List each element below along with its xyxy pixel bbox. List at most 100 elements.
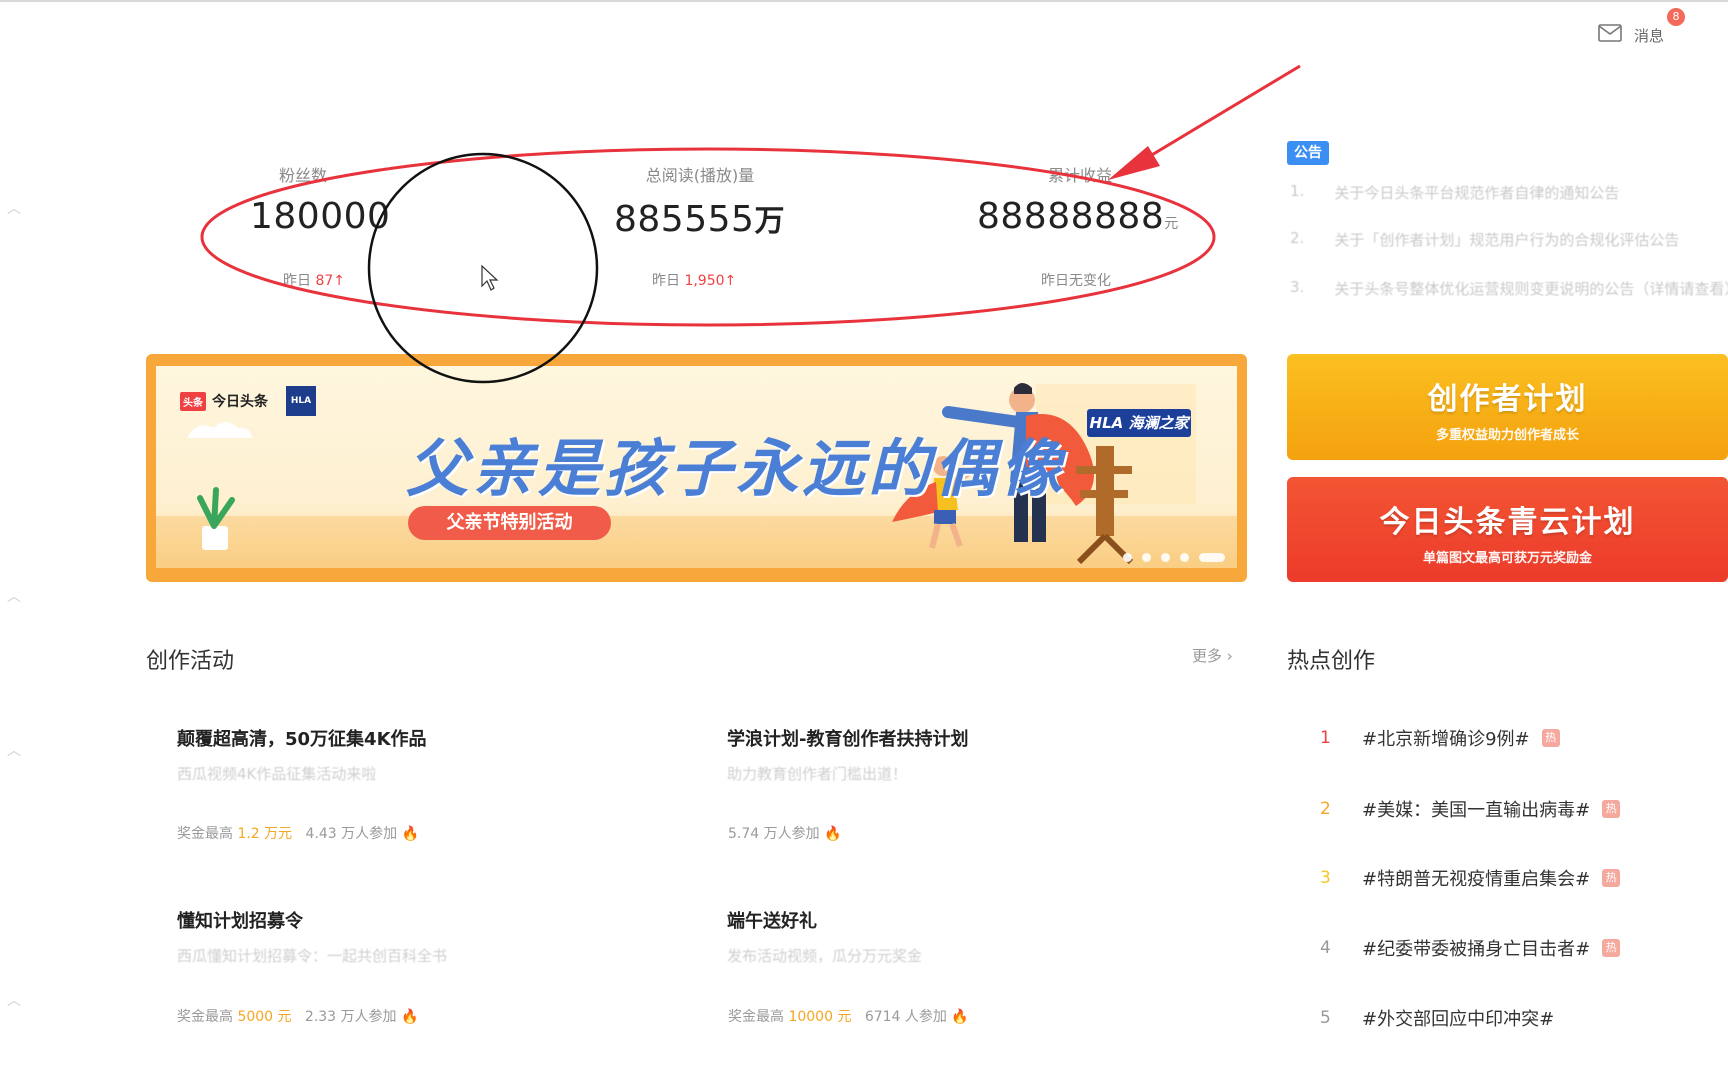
qingyun-plan-card[interactable]: 今日头条青云计划 单篇图文最高可获万元奖励金: [1287, 477, 1728, 582]
stat-fans-value: 180000: [250, 196, 390, 237]
banner-carousel[interactable]: 头条 今日头条 HLA 父亲是孩子永远的偶像 父亲节特别活动 HLA 海澜之家: [146, 354, 1247, 582]
message-badge: 8: [1667, 8, 1685, 26]
hot-topic-item[interactable]: 3 #特朗普无视疫情重启集会# 热: [1320, 864, 1621, 892]
stat-sub-prefix: 昨日: [283, 273, 311, 289]
activity-meta: 奖金最高 10000 元 6714 人参加 🔥: [728, 1006, 969, 1026]
card-title: 创作者计划: [1427, 382, 1588, 417]
activity-desc: 发布活动视频，瓜分万元奖金: [727, 947, 923, 965]
hot-topic-item[interactable]: 4 #纪委带委被捅身亡目击者# 热: [1320, 934, 1621, 962]
top-border: [0, 0, 1728, 2]
carousel-dots[interactable]: [1123, 553, 1225, 562]
hot-topic-item[interactable]: 2 #美媒：美国一直输出病毒# 热: [1320, 795, 1621, 823]
participants: 5.74 万人参加: [728, 826, 820, 842]
prize-label: 奖金最高: [177, 1009, 233, 1025]
hla-logo-icon: HLA: [286, 386, 316, 416]
prize-value: 10000 元: [788, 1009, 852, 1025]
prize-value: 1.2 万元: [237, 826, 293, 842]
activity-title: 懂知计划招募令: [177, 911, 303, 932]
hot-text: #北京新增确诊9例#: [1362, 729, 1530, 750]
card-subtitle: 多重权益助力创作者成长: [1435, 428, 1579, 443]
chevron-up-icon[interactable]: ︿: [6, 990, 22, 1009]
hot-badge-icon: 热: [1602, 800, 1621, 818]
activity-desc: 西瓜懂知计划招募令：一起共创百科全书: [177, 947, 448, 965]
creator-plan-card[interactable]: 创作者计划 多重权益助力创作者成长: [1287, 354, 1728, 460]
hot-topic-item[interactable]: 1 #北京新增确诊9例# 热: [1320, 724, 1560, 752]
prize-label: 奖金最高: [177, 826, 233, 842]
carousel-dot-active[interactable]: [1199, 553, 1225, 562]
activity-meta: 5.74 万人参加 🔥: [728, 823, 842, 843]
participants: 2.33 万人参加: [304, 1009, 397, 1025]
notice-tag: 公告: [1287, 141, 1329, 165]
stat-income-sub: 昨日无变化: [1041, 273, 1111, 289]
hot-rank: 1: [1320, 728, 1331, 748]
hot-rank: 4: [1320, 938, 1331, 958]
activity-desc: 助力教育创作者门槛出道！: [727, 765, 908, 783]
notice-text: 关于「创作者计划」规范用户行为的合规化评估公告: [1334, 231, 1680, 249]
notice-item[interactable]: 1. 关于今日头条平台规范作者自律的通知公告: [1290, 182, 1728, 208]
carousel-dot[interactable]: [1161, 553, 1170, 562]
banner-brand: 头条 今日头条 HLA: [180, 386, 316, 416]
activity-meta: 奖金最高 5000 元 2.33 万人参加 🔥: [177, 1006, 418, 1026]
activity-title: 学浪计划-教育创作者扶持计划: [727, 729, 969, 750]
stat-sub-value: 87↑: [315, 273, 345, 289]
stat-value-number: 180000: [250, 196, 391, 237]
notice-text: 关于今日头条平台规范作者自律的通知公告: [1334, 184, 1620, 202]
hot-badge-icon: 热: [1541, 729, 1560, 747]
hot-text: #外交部回应中印冲突#: [1362, 1009, 1555, 1030]
hot-rank: 2: [1320, 799, 1331, 819]
section-title-hot: 热点创作: [1287, 649, 1376, 674]
notice-item[interactable]: 2. 关于「创作者计划」规范用户行为的合规化评估公告: [1290, 229, 1728, 255]
stat-value-unit: 万: [754, 204, 785, 239]
prize-label: 奖金最高: [728, 1009, 784, 1025]
message-label: 消息: [1634, 26, 1665, 45]
hot-text: #特朗普无视疫情重启集会#: [1362, 869, 1591, 890]
mail-icon: [1598, 24, 1622, 46]
chevron-up-icon[interactable]: ︿: [6, 586, 22, 605]
stat-fans: 粉丝数: [229, 162, 379, 186]
stat-income-label: 累计收益: [1047, 166, 1112, 185]
chevron-up-icon[interactable]: ︿: [6, 740, 22, 759]
activity-desc: 西瓜视频4K作品征集活动来啦: [177, 765, 377, 783]
stat-value-number: 88888888: [977, 196, 1165, 237]
hot-text: #纪委带委被捅身亡目击者#: [1362, 939, 1591, 960]
activity-card[interactable]: 端午送好礼 发布活动视频，瓜分万元奖金: [727, 907, 1207, 966]
fire-icon: 🔥: [824, 826, 842, 842]
hot-topic-item[interactable]: 5 #外交部回应中印冲突#: [1320, 1004, 1554, 1032]
stat-sub-value: 1,950↑: [684, 273, 737, 289]
banner-title: 父亲是孩子永远的偶像: [406, 432, 1067, 505]
banner-inner: 头条 今日头条 HLA 父亲是孩子永远的偶像 父亲节特别活动 HLA 海澜之家: [156, 366, 1237, 568]
hla-brand-tag: HLA 海澜之家: [1087, 409, 1191, 437]
hot-rank: 5: [1320, 1008, 1331, 1028]
activity-card[interactable]: 颠覆超高清，50万征集4K作品 西瓜视频4K作品征集活动来啦: [177, 725, 657, 784]
more-link[interactable]: 更多 ›: [1192, 645, 1233, 666]
chevron-up-icon[interactable]: ︿: [6, 198, 22, 217]
fire-icon: 🔥: [401, 826, 420, 842]
stat-reads-value: 885555万: [614, 196, 785, 240]
mouse-cursor-icon: [481, 264, 499, 291]
notice-text: 关于头条号整体优化运营规则变更说明的公告（详情请查看）: [1334, 280, 1728, 298]
stat-value-unit: 元: [1164, 216, 1179, 232]
carousel-dot[interactable]: [1142, 553, 1151, 562]
stat-income-value: 88888888元: [977, 196, 1179, 237]
stat-sub-prefix: 昨日: [652, 273, 680, 289]
notice-num: 2.: [1290, 229, 1305, 247]
carousel-dot[interactable]: [1180, 553, 1189, 562]
activity-title: 颠覆超高清，50万征集4K作品: [177, 729, 427, 750]
fire-icon: 🔥: [951, 1009, 969, 1025]
message-button[interactable]: 消息: [1598, 22, 1664, 48]
activity-card[interactable]: 学浪计划-教育创作者扶持计划 助力教育创作者门槛出道！: [727, 725, 1207, 784]
stat-reads-sub: 昨日 1,950↑: [652, 270, 736, 290]
participants: 4.43 万人参加: [305, 826, 398, 842]
card-subtitle: 单篇图文最高可获万元奖励金: [1422, 551, 1592, 566]
hot-badge-icon: 热: [1602, 939, 1621, 957]
stat-reads-label: 总阅读(播放)量: [645, 166, 755, 185]
activity-card[interactable]: 懂知计划招募令 西瓜懂知计划招募令：一起共创百科全书: [177, 907, 657, 966]
card-title: 今日头条青云计划: [1379, 505, 1636, 540]
activity-meta: 奖金最高 1.2 万元 4.43 万人参加 🔥: [177, 823, 419, 843]
stat-fans-sub: 昨日 87↑: [283, 270, 345, 290]
hot-rank: 3: [1320, 868, 1331, 888]
stat-label: 粉丝数: [279, 166, 328, 185]
banner-activity-button[interactable]: 父亲节特别活动: [408, 506, 611, 540]
carousel-dot[interactable]: [1123, 553, 1132, 562]
notice-item[interactable]: 3. 关于头条号整体优化运营规则变更说明的公告（详情请查看）: [1290, 278, 1728, 304]
